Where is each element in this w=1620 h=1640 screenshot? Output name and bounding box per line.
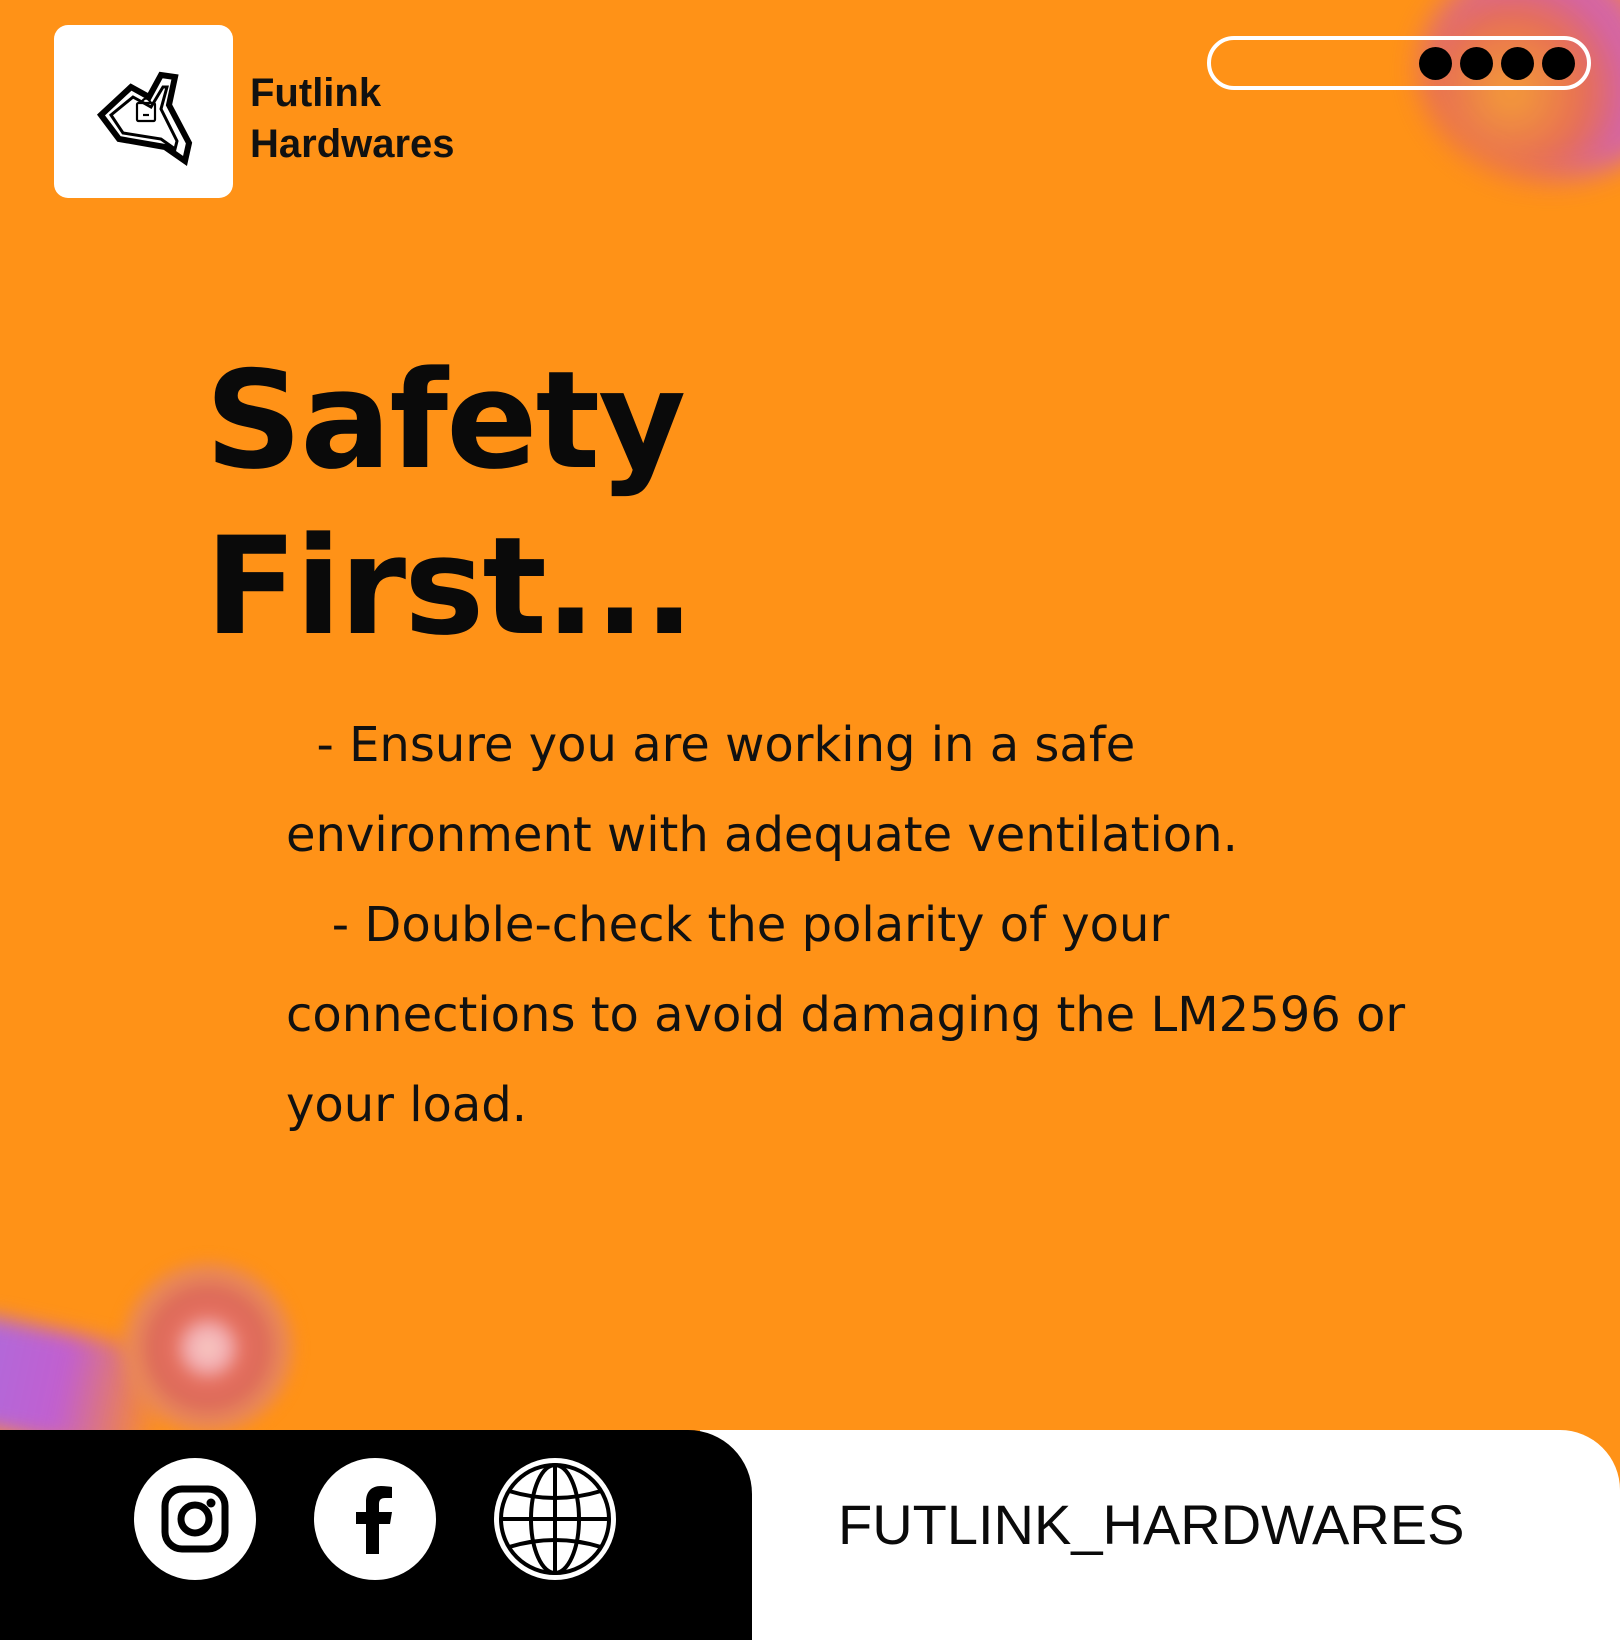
headline-line2: First... (205, 508, 695, 665)
social-handle: FUTLINK_HARDWARES (838, 1493, 1465, 1556)
headline: Safety First... (205, 338, 695, 670)
safety-tip-line: - Double-check the polarity of your (286, 897, 1170, 953)
decorative-blob-top-right (1420, 0, 1620, 180)
progress-dot (1460, 47, 1493, 80)
facebook-link[interactable] (314, 1458, 436, 1580)
progress-indicator (1207, 36, 1591, 90)
facebook-icon (356, 1486, 392, 1554)
website-link[interactable] (494, 1458, 616, 1580)
safety-tips: - Ensure you are working in a safe envir… (286, 700, 1546, 1150)
progress-dot (1419, 47, 1452, 80)
brand-logo (54, 25, 233, 198)
safety-tip-line: connections to avoid damaging the LM2596… (286, 987, 1406, 1043)
safety-tip-line: - Ensure you are working in a safe (286, 717, 1136, 773)
instagram-icon (161, 1485, 229, 1553)
brand-name-line1: Futlink (250, 71, 382, 115)
progress-dot (1542, 47, 1575, 80)
progress-dot (1501, 47, 1534, 80)
progress-dots (1419, 47, 1575, 80)
globe-icon (499, 1463, 611, 1575)
brand-name-line2: Hardwares (250, 122, 455, 166)
safety-tip-line: environment with adequate ventilation. (286, 807, 1238, 863)
decorative-blob-ring (118, 1258, 298, 1438)
brand-name: Futlink Hardwares (250, 68, 455, 170)
safety-tip-line: your load. (286, 1077, 528, 1133)
instagram-link[interactable] (134, 1458, 256, 1580)
shopping-bag-triangle-logo-icon (96, 71, 192, 166)
headline-line1: Safety (205, 342, 686, 499)
